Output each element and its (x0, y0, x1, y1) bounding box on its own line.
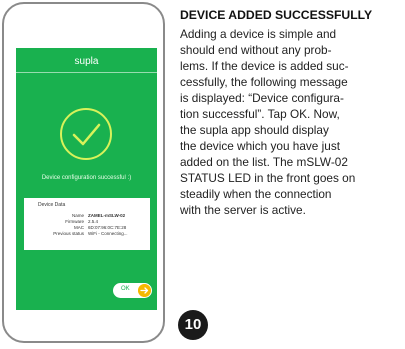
device-data-row: Previous status WiFi - Connecting... (24, 231, 150, 237)
arrow-right-icon (138, 284, 151, 297)
instruction-text: Adding a device is simple and should end… (180, 26, 402, 218)
app-title: supla (74, 56, 99, 67)
row-label: Firmware (65, 219, 84, 224)
row-label: Name (71, 213, 84, 218)
header-divider (16, 72, 157, 73)
row-label: MAC (74, 225, 84, 230)
text-line: the supla app should display (180, 123, 329, 137)
device-data-title: Device Data (38, 202, 66, 208)
row-value: ZAMEL-mSLW-02 (88, 213, 126, 218)
text-line: steadily when the connection (180, 187, 332, 201)
text-line: STATUS LED in the front goes on (180, 171, 356, 185)
text-line: should end without any prob- (180, 43, 332, 57)
success-message: Device configuration successful :) (41, 175, 132, 181)
step-number-badge: 10 (178, 310, 208, 340)
device-data-card: Device Data Name ZAMEL-mSLW-02 Firmware … (24, 198, 150, 250)
ok-label: OK (121, 286, 130, 292)
text-line: cessfully, the following message (180, 75, 348, 89)
text-line: lems. If the device is added suc- (180, 59, 349, 73)
text-line: added on the list. The mSLW-02 (180, 155, 348, 169)
text-line: tion successful”. Tap OK. Now, (180, 107, 340, 121)
text-line: the device which you have just (180, 139, 341, 153)
row-value: 2.5.4 (88, 219, 99, 224)
text-line: with the server is active. (180, 203, 306, 217)
phone-frame: supla Device configuration successful :)… (2, 2, 165, 343)
row-value: WiFi - Connecting... (88, 231, 128, 236)
success-check-icon (60, 108, 112, 160)
row-value: 6D:07:96:0C:7E:28 (88, 225, 127, 230)
ok-button[interactable]: OK (113, 283, 152, 298)
section-heading: DEVICE ADDED SUCCESSFULLY (180, 8, 373, 22)
row-label: Previous status (53, 231, 84, 236)
text-line: is displayed: “Device configura- (180, 91, 344, 105)
text-line: Adding a device is simple and (180, 27, 337, 41)
app-screen: supla Device configuration successful :)… (16, 48, 157, 310)
